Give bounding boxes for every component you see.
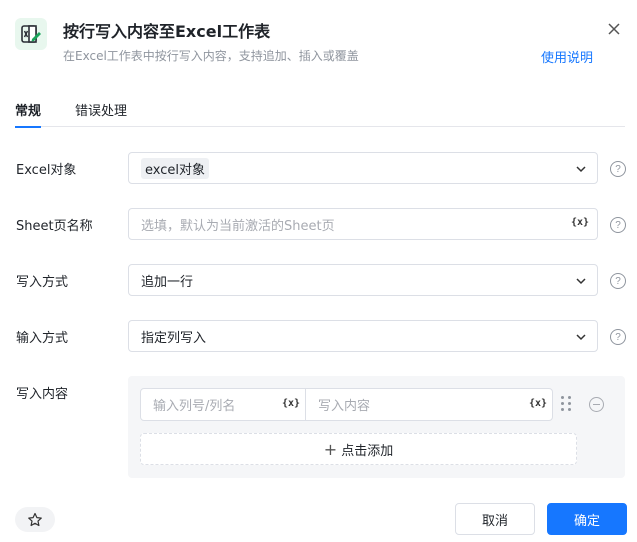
dialog-subtitle: 在Excel工作表中按行写入内容，支持追加、插入或覆盖	[63, 49, 359, 63]
chevron-down-icon	[576, 278, 586, 285]
write-mode-label: 写入方式	[16, 275, 69, 290]
help-circle-icon[interactable]: ?	[610, 217, 626, 233]
write-mode-value: 追加一行	[141, 274, 194, 290]
excel-object-value: excel对象	[141, 157, 209, 179]
drag-handle-icon[interactable]	[561, 396, 573, 412]
close-icon[interactable]	[605, 20, 623, 38]
tab-bar: 常规 错误处理	[15, 100, 625, 128]
divider	[305, 389, 306, 420]
help-circle-icon[interactable]: ?	[610, 273, 626, 289]
chevron-down-icon	[576, 166, 586, 173]
cancel-button[interactable]: 取消	[455, 503, 535, 535]
input-mode-label: 输入方式	[16, 331, 69, 346]
write-content-label: 写入内容	[16, 387, 69, 402]
variable-icon[interactable]: {x}	[529, 398, 547, 409]
variable-icon[interactable]: {x}	[571, 217, 589, 228]
add-item-label: 点击添加	[341, 443, 394, 459]
excel-object-label: Excel对象	[16, 163, 77, 178]
variable-icon[interactable]: {x}	[282, 398, 300, 409]
help-circle-icon[interactable]: ?	[610, 329, 626, 345]
column-input[interactable]: 输入列号/列名	[153, 389, 235, 420]
column-content-pair: 输入列号/列名 {x} 写入内容 {x}	[140, 388, 553, 421]
chevron-down-icon	[576, 334, 586, 341]
confirm-button[interactable]: 确定	[547, 503, 627, 535]
add-item-button[interactable]: + 点击添加	[140, 433, 577, 465]
input-mode-select[interactable]: 指定列写入	[128, 320, 598, 352]
write-mode-select[interactable]: 追加一行	[128, 264, 598, 296]
plus-icon: +	[323, 439, 338, 459]
remove-circle-icon[interactable]	[589, 397, 604, 412]
sheet-name-label: Sheet页名称	[16, 219, 93, 234]
tab-error-handling[interactable]: 错误处理	[75, 100, 127, 127]
sheet-name-placeholder: 选填，默认为当前激活的Sheet页	[141, 218, 335, 234]
dialog-title: 按行写入内容至Excel工作表	[63, 22, 271, 41]
sheet-name-input[interactable]: 选填，默认为当前激活的Sheet页 {x}	[128, 208, 598, 240]
excel-object-select[interactable]: excel对象	[128, 152, 598, 184]
input-mode-value: 指定列写入	[141, 330, 207, 346]
excel-write-icon	[15, 18, 47, 50]
star-icon[interactable]	[15, 507, 55, 532]
help-circle-icon[interactable]: ?	[610, 161, 626, 177]
help-link[interactable]: 使用说明	[541, 47, 593, 66]
write-content-panel: 输入列号/列名 {x} 写入内容 {x} + 点击添加	[128, 376, 625, 478]
content-input[interactable]: 写入内容	[318, 389, 370, 420]
tab-general[interactable]: 常规	[15, 100, 42, 128]
